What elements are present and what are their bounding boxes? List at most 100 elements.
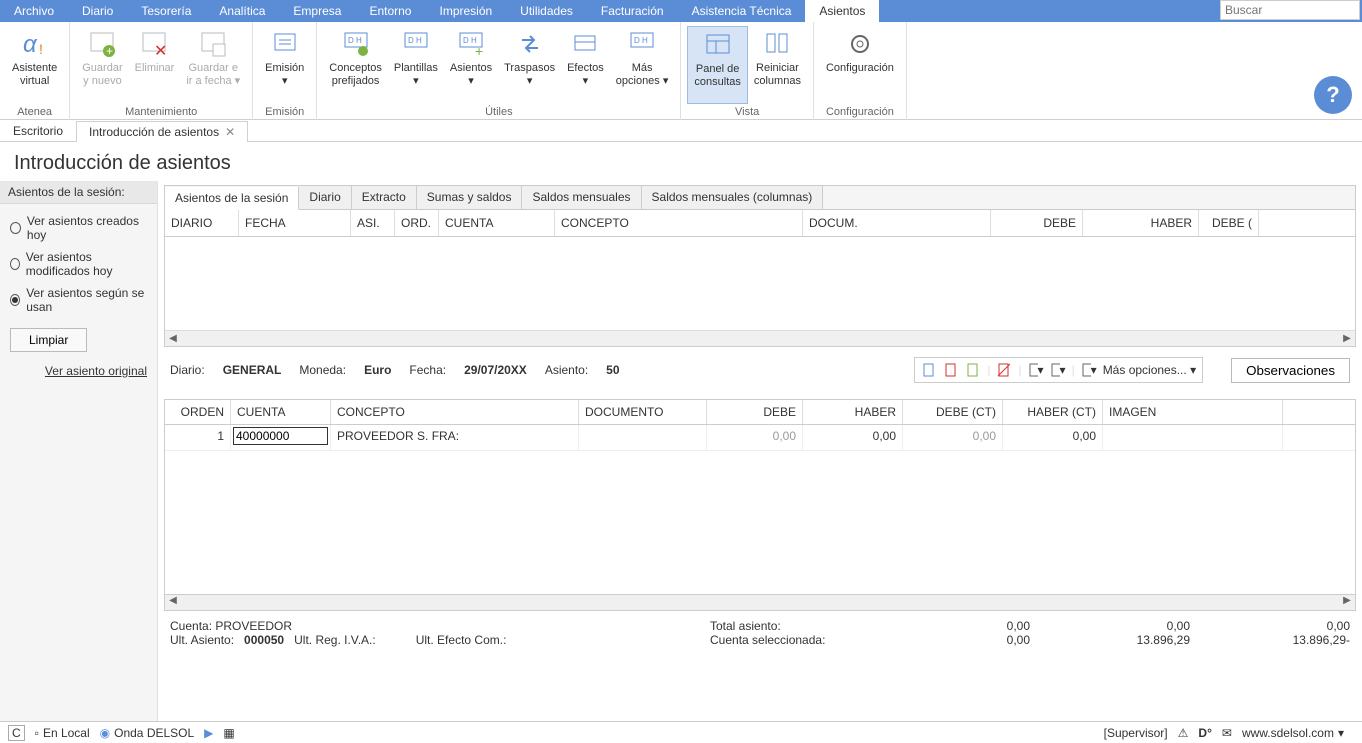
ver-asiento-original-link[interactable]: Ver asiento original	[45, 364, 147, 378]
search-input[interactable]	[1225, 3, 1355, 17]
guardar-fecha-button[interactable]: Guardar e ir a fecha ▾	[180, 26, 246, 104]
itab-saldos-col[interactable]: Saldos mensuales (columnas)	[642, 186, 824, 209]
delete-icon: ✕	[138, 28, 170, 60]
menu-entorno[interactable]: Entorno	[355, 0, 425, 22]
col-asi[interactable]: ASI.	[351, 210, 395, 236]
menu-diario[interactable]: Diario	[68, 0, 127, 22]
cell-documento	[579, 425, 707, 450]
status-supervisor: [Supervisor]	[1104, 726, 1168, 740]
col-cuenta[interactable]: CUENTA	[439, 210, 555, 236]
menu-asientos[interactable]: Asientos	[805, 0, 879, 22]
menu-impresion[interactable]: Impresión	[425, 0, 506, 22]
radio-segun-usan[interactable]: Ver asientos según se usan	[10, 286, 147, 314]
ult-asiento-value: 000050	[244, 633, 284, 647]
tab-escritorio[interactable]: Escritorio	[0, 120, 76, 141]
itab-sesion[interactable]: Asientos de la sesión	[165, 187, 299, 210]
menu-archivo[interactable]: Archivo	[0, 0, 68, 22]
status-onda[interactable]: ◉ Onda DELSOL	[100, 726, 195, 740]
asientos-button[interactable]: D H+Asientos ▾	[444, 26, 498, 104]
table-row[interactable]: 1 PROVEEDOR S. FRA: 0,00 0,00 0,00 0,00	[165, 425, 1355, 451]
scroll-right-icon[interactable]: ▶	[1339, 333, 1355, 344]
efectos-button[interactable]: Efectos ▾	[561, 26, 610, 104]
g2-orden[interactable]: ORDEN	[165, 400, 231, 424]
conceptos-button[interactable]: D HConceptos prefijados	[323, 26, 388, 104]
configuracion-button[interactable]: Configuración	[820, 26, 900, 104]
status-d[interactable]: D°	[1198, 726, 1211, 740]
g2-documento[interactable]: DOCUMENTO	[579, 400, 707, 424]
itab-saldos-men[interactable]: Saldos mensuales	[522, 186, 641, 209]
guardar-nuevo-button[interactable]: +Guardar y nuevo	[76, 26, 128, 104]
g2-imagen[interactable]: IMAGEN	[1103, 400, 1283, 424]
doc-dd3-icon[interactable]: ▾	[1081, 362, 1097, 378]
scroll-left-icon[interactable]: ◀	[165, 333, 181, 344]
radio-creados-hoy[interactable]: Ver asientos creados hoy	[10, 214, 147, 242]
menu-utilidades[interactable]: Utilidades	[506, 0, 587, 22]
col-concepto[interactable]: CONCEPTO	[555, 210, 803, 236]
g2-haberct[interactable]: HABER (CT)	[1003, 400, 1103, 424]
g2-haber[interactable]: HABER	[803, 400, 903, 424]
plantillas-button[interactable]: D HPlantillas ▾	[388, 26, 444, 104]
group-mantenimiento-label: Mantenimiento	[125, 104, 197, 120]
cell-concepto: PROVEEDOR S. FRA:	[331, 425, 579, 450]
g2-cuenta[interactable]: CUENTA	[231, 400, 331, 424]
status-play[interactable]: ▶	[204, 726, 213, 740]
col-diario[interactable]: DIARIO	[165, 210, 239, 236]
page-title: Introducción de asientos	[0, 142, 1362, 181]
status-c[interactable]: C	[8, 725, 25, 741]
scroll-right-icon[interactable]: ▶	[1339, 595, 1355, 610]
observaciones-button[interactable]: Observaciones	[1231, 358, 1350, 383]
status-warn[interactable]: ⚠	[1178, 726, 1189, 740]
sidebar: Asientos de la sesión: Ver asientos crea…	[0, 181, 158, 739]
itab-sumas[interactable]: Sumas y saldos	[417, 186, 523, 209]
limpiar-button[interactable]: Limpiar	[10, 328, 87, 352]
itab-diario[interactable]: Diario	[299, 186, 351, 209]
emision-button[interactable]: Emisión ▾	[259, 26, 310, 104]
col-debe[interactable]: DEBE	[991, 210, 1083, 236]
status-mail[interactable]: ✉	[1222, 726, 1232, 740]
reiniciar-columnas-button[interactable]: Reiniciar columnas	[748, 26, 807, 104]
doc-dd1-icon[interactable]: ▾	[1028, 362, 1044, 378]
itab-extracto[interactable]: Extracto	[352, 186, 417, 209]
doc-remove-icon[interactable]	[996, 362, 1012, 378]
tab-introduccion[interactable]: Introducción de asientos✕	[76, 121, 248, 142]
asistente-virtual-button[interactable]: α! Asistente virtual	[6, 26, 63, 104]
scroll-left-icon[interactable]: ◀	[165, 595, 181, 610]
doc-dd2-icon[interactable]: ▾	[1050, 362, 1066, 378]
cuenta-input[interactable]	[233, 427, 328, 445]
menu-empresa[interactable]: Empresa	[279, 0, 355, 22]
cell-cuenta[interactable]	[231, 425, 331, 450]
g2-debe[interactable]: DEBE	[707, 400, 803, 424]
doc-del-icon[interactable]	[943, 362, 959, 378]
grid1-body[interactable]: ◀▶	[164, 237, 1356, 347]
panel-consultas-button[interactable]: Panel de consultas	[687, 26, 747, 104]
radio-modificados-hoy[interactable]: Ver asientos modificados hoy	[10, 250, 147, 278]
status-url[interactable]: www.sdelsol.com ▾	[1242, 726, 1344, 740]
mas-opciones-button[interactable]: D HMás opciones ▾	[610, 26, 675, 104]
grid2-body[interactable]: 1 PROVEEDOR S. FRA: 0,00 0,00 0,00 0,00	[164, 425, 1356, 595]
menu-facturacion[interactable]: Facturación	[587, 0, 678, 22]
close-icon[interactable]: ✕	[225, 125, 235, 139]
group-config-label: Configuración	[826, 104, 894, 120]
col-docum[interactable]: DOCUM.	[803, 210, 991, 236]
g2-concepto[interactable]: CONCEPTO	[331, 400, 579, 424]
help-button[interactable]: ?	[1314, 76, 1352, 114]
traspasos-button[interactable]: Traspasos ▾	[498, 26, 561, 104]
col-debe2[interactable]: DEBE (	[1199, 210, 1259, 236]
grid1-hscroll[interactable]: ◀▶	[165, 330, 1355, 346]
col-fecha[interactable]: FECHA	[239, 210, 351, 236]
menu-analitica[interactable]: Analítica	[205, 0, 279, 22]
eliminar-button[interactable]: ✕Eliminar	[129, 26, 181, 104]
ult-reg-label: Ult. Reg. I.V.A.:	[294, 633, 376, 647]
grid2-hscroll[interactable]: ◀▶	[164, 595, 1356, 611]
doc-new-icon[interactable]	[921, 362, 937, 378]
col-ord[interactable]: ORD.	[395, 210, 439, 236]
menu-asistencia[interactable]: Asistencia Técnica	[678, 0, 806, 22]
mas-opciones-dd[interactable]: Más opciones... ▾	[1103, 363, 1196, 377]
status-calc[interactable]: ▦	[223, 726, 234, 740]
search-box[interactable]	[1220, 0, 1360, 20]
menu-tesoreria[interactable]: Tesorería	[127, 0, 205, 22]
g2-debect[interactable]: DEBE (CT)	[903, 400, 1003, 424]
col-haber[interactable]: HABER	[1083, 210, 1199, 236]
doc-add-icon[interactable]	[965, 362, 981, 378]
status-local[interactable]: ▫ En Local	[35, 726, 90, 740]
